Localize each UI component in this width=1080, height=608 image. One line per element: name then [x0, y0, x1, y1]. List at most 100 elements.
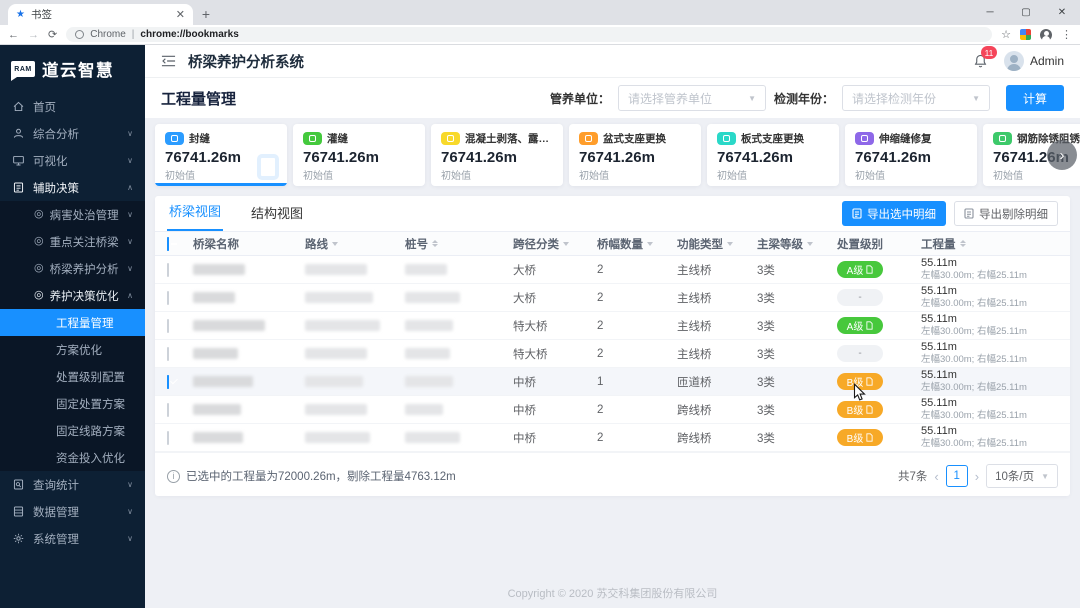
row-checkbox[interactable]	[167, 430, 169, 445]
carousel-next-button[interactable]: ›	[1047, 140, 1077, 170]
column-header[interactable]: 主梁等级	[757, 236, 837, 252]
user-menu[interactable]: Admin	[1003, 51, 1064, 71]
document-icon	[866, 405, 873, 414]
quantity-cell: 55.11m 左幅30.00m; 右幅25.11m	[921, 369, 1027, 394]
forward-button-icon[interactable]: →	[28, 29, 39, 41]
summary-card[interactable]: 盆式支座更换 76741.26m 初始值	[569, 124, 701, 186]
extension-icon[interactable]	[1020, 29, 1031, 40]
filter-icon[interactable]	[807, 241, 813, 246]
export-selected-button[interactable]: 导出选中明细	[842, 201, 946, 226]
new-tab-button[interactable]: +	[193, 6, 219, 25]
summary-card[interactable]: 封缝 76741.26m 初始值	[155, 124, 287, 186]
column-header[interactable]: 工程量	[921, 236, 1058, 252]
window-maximize-button[interactable]: ▢	[1008, 0, 1044, 25]
row-checkbox[interactable]	[167, 402, 169, 417]
sort-icon[interactable]	[959, 240, 966, 247]
table-row[interactable]: 中桥 2 跨线桥 3类 B级 55.11m 左幅30.00m; 右幅25.11m	[155, 396, 1070, 424]
profile-icon[interactable]	[1040, 28, 1052, 41]
year-filter-select[interactable]: 请选择检测年份 ▼	[842, 85, 990, 111]
filter-icon[interactable]	[727, 241, 733, 246]
level-cell: -	[837, 345, 921, 362]
window-close-button[interactable]: ✕	[1044, 0, 1080, 25]
sidebar-item-visualization[interactable]: 可视化 ∨	[0, 147, 145, 174]
notification-bell[interactable]: 11	[973, 46, 997, 69]
span-type-cell: 中桥	[513, 404, 536, 417]
row-checkbox[interactable]	[167, 262, 169, 277]
level-badge[interactable]: A级	[837, 317, 883, 334]
row-checkbox[interactable]	[167, 290, 169, 305]
column-header[interactable]: 跨径分类	[513, 236, 597, 252]
summary-card[interactable]: 板式支座更换 76741.26m 初始值	[707, 124, 839, 186]
level-cell: A级	[837, 261, 921, 278]
calculate-button[interactable]: 计算	[1006, 85, 1064, 111]
notification-badge: 11	[980, 46, 997, 59]
tab-bridge-view[interactable]: 桥梁视图	[167, 201, 224, 231]
site-info-icon[interactable]	[75, 30, 85, 39]
card-category-icon	[579, 132, 598, 145]
pagination-prev-icon[interactable]: ‹	[934, 469, 938, 484]
filter-icon[interactable]	[332, 241, 338, 246]
sidebar-item-sub[interactable]: 固定线路方案	[0, 417, 145, 444]
column-header[interactable]: 桩号	[405, 236, 513, 252]
sidebar-item-home[interactable]: 首页	[0, 93, 145, 120]
level-badge[interactable]: B级	[837, 373, 883, 390]
sidebar-item-sub[interactable]: 工程量管理	[0, 309, 145, 336]
column-header[interactable]: 桥幅数量	[597, 236, 677, 252]
sidebar-item-sub[interactable]: ◎ 重点关注桥梁 ∨	[0, 228, 145, 255]
level-badge[interactable]: B级	[837, 401, 883, 418]
sidebar-item-sub[interactable]: ◎ 养护决策优化 ∧	[0, 282, 145, 309]
summary-card[interactable]: 灌缝 76741.26m 初始值	[293, 124, 425, 186]
browser-menu-icon[interactable]: ⋮	[1061, 28, 1072, 41]
sidebar-item-analysis[interactable]: 综合分析 ∨	[0, 120, 145, 147]
table-row[interactable]: 大桥 2 主线桥 3类 - 55.11m 左幅30.00m; 右幅25.11m	[155, 284, 1070, 312]
sidebar-item-sub[interactable]: ◎ 桥梁养护分析 ∨	[0, 255, 145, 282]
page-size-select[interactable]: 10条/页 ▼	[986, 464, 1058, 488]
table-row[interactable]: 特大桥 2 主线桥 3类 A级 55.11m 左幅30.00m; 右幅25.11m	[155, 312, 1070, 340]
home-icon	[12, 100, 25, 113]
sidebar-collapse-icon[interactable]	[161, 54, 176, 68]
summary-card[interactable]: 伸缩缝修复 76741.26m 初始值	[845, 124, 977, 186]
table-row[interactable]: 中桥 2 跨线桥 3类 B级 55.11m 左幅30.00m; 右幅25.11m	[155, 424, 1070, 452]
sidebar-item-sub[interactable]: 处置级别配置	[0, 363, 145, 390]
sidebar-menu: 首页 综合分析 ∨ 可视化 ∨ 辅助决策 ∧ ◎ 病害处治管理 ∨ ◎ 重点关注桥梁 ∨ ◎ 桥梁养护分析 ∨…	[0, 93, 145, 608]
function-type-cell: 跨线桥	[677, 432, 712, 445]
table-row[interactable]: 大桥 2 主线桥 3类 A级 55.11m 左幅30.00m; 右幅25.11m	[155, 256, 1070, 284]
window-minimize-button[interactable]: ─	[972, 0, 1008, 25]
tab-close-icon[interactable]: ✕	[176, 8, 185, 21]
column-header[interactable]: 功能类型	[677, 236, 757, 252]
sidebar-item-decision[interactable]: 辅助决策 ∧	[0, 174, 145, 201]
pagination-next-icon[interactable]: ›	[975, 469, 979, 484]
filter-icon[interactable]	[563, 241, 569, 246]
level-badge[interactable]: B级	[837, 429, 883, 446]
analysis-icon	[12, 127, 25, 140]
unit-filter-select[interactable]: 请选择管养单位 ▼	[617, 85, 766, 111]
browser-tab[interactable]: ★ 书签 ✕	[8, 4, 193, 25]
level-badge[interactable]: A级	[837, 261, 883, 278]
column-header[interactable]: 路线	[305, 236, 405, 252]
row-checkbox[interactable]	[167, 318, 169, 333]
select-all-checkbox[interactable]	[167, 236, 169, 251]
export-removed-button[interactable]: 导出剔除明细	[954, 201, 1058, 226]
summary-card[interactable]: 混凝土剥落、露筋修复76741.26m初始值	[431, 124, 563, 186]
row-checkbox[interactable]	[167, 374, 169, 389]
bookmark-favicon-icon: ★	[16, 9, 25, 20]
sidebar-item-query[interactable]: 查询统计 ∨	[0, 471, 145, 498]
row-checkbox[interactable]	[167, 346, 169, 361]
sidebar-item-sub[interactable]: 方案优化	[0, 336, 145, 363]
tab-structure-view[interactable]: 结构视图	[249, 203, 305, 231]
address-bar[interactable]: Chrome | chrome://bookmarks	[66, 27, 993, 42]
reload-button-icon[interactable]: ⟳	[48, 28, 57, 41]
sidebar-item-sub[interactable]: 资金投入优化	[0, 444, 145, 471]
table-row[interactable]: 中桥 1 匝道桥 3类 B级 55.11m 左幅30.00m; 右幅25.11m	[155, 368, 1070, 396]
sidebar-item-system[interactable]: 系统管理 ∨	[0, 525, 145, 552]
sidebar-item-sub[interactable]: ◎ 病害处治管理 ∨	[0, 201, 145, 228]
route-redacted	[305, 264, 367, 275]
pagination-page-1[interactable]: 1	[945, 465, 968, 487]
bookmark-star-icon[interactable]: ☆	[1001, 28, 1011, 41]
sidebar-item-data[interactable]: 数据管理 ∨	[0, 498, 145, 525]
sidebar-item-sub[interactable]: 固定处置方案	[0, 390, 145, 417]
sort-icon[interactable]	[432, 240, 438, 247]
back-button-icon[interactable]: ←	[8, 29, 19, 41]
table-row[interactable]: 特大桥 2 主线桥 3类 - 55.11m 左幅30.00m; 右幅25.11m	[155, 340, 1070, 368]
filter-icon[interactable]	[647, 241, 653, 246]
